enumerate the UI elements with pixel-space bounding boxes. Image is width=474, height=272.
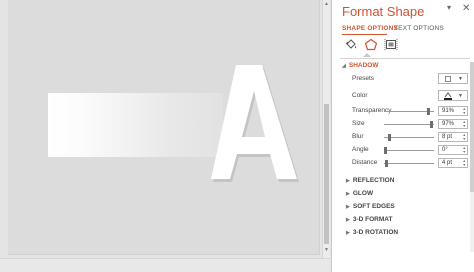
- slide-vertical-scrollbar[interactable]: ▲ ▼: [322, 0, 330, 258]
- shadow-header-label: SHADOW: [348, 62, 379, 69]
- transparency-spinner[interactable]: 91% ▲ ▼: [438, 106, 468, 116]
- spin-down-icon[interactable]: ▼: [463, 137, 466, 141]
- distance-label: Distance: [352, 159, 378, 166]
- 3d-rotation-section-header[interactable]: ▶ 3-D ROTATION: [346, 229, 398, 236]
- angle-spinner[interactable]: 0° ▲ ▼: [438, 145, 468, 155]
- size-label: Size: [352, 120, 365, 127]
- slider-thumb[interactable]: [388, 134, 391, 141]
- preset-preview-icon: [445, 76, 451, 82]
- presets-dropdown[interactable]: ▼: [438, 73, 468, 84]
- slider-thumb[interactable]: [385, 160, 388, 167]
- slider-thumb[interactable]: [384, 147, 387, 154]
- chevron-down-icon: ▼: [458, 93, 463, 99]
- angle-label: Angle: [352, 146, 369, 153]
- size-spinner[interactable]: 97% ▲ ▼: [438, 119, 468, 129]
- letter-a-shape[interactable]: [211, 60, 311, 190]
- gradient-shadow-shape[interactable]: [48, 93, 223, 157]
- scrollbar-thumb[interactable]: [324, 104, 329, 244]
- angle-value[interactable]: 0°: [442, 147, 448, 153]
- divider: [340, 58, 470, 59]
- slider-thumb[interactable]: [427, 108, 430, 115]
- distance-slider[interactable]: [384, 160, 434, 167]
- soft-edges-section-header[interactable]: ▶ SOFT EDGES: [346, 203, 395, 210]
- paint-bucket-icon[interactable]: [344, 38, 358, 51]
- caret-right-icon: ▶: [346, 191, 350, 197]
- scrollbar-thumb[interactable]: [470, 62, 474, 192]
- format-shape-pane: Format Shape ▾ ✕ SHAPE OPTIONS TEXT OPTI…: [331, 0, 474, 272]
- blur-spinner[interactable]: 8 pt ▲ ▼: [438, 132, 468, 142]
- status-bar: [0, 258, 330, 272]
- pane-scrollbar[interactable]: [470, 62, 474, 252]
- tab-shape-options[interactable]: SHAPE OPTIONS: [342, 25, 398, 32]
- spin-down-icon[interactable]: ▼: [463, 111, 466, 115]
- section-label: REFLECTION: [352, 177, 395, 184]
- shadow-section-header[interactable]: ◢ SHADOW: [342, 62, 378, 69]
- section-label: 3-D FORMAT: [352, 216, 393, 223]
- chevron-down-icon[interactable]: ▾: [447, 3, 451, 12]
- size-value[interactable]: 97%: [442, 121, 454, 127]
- presets-label: Presets: [352, 75, 375, 82]
- distance-spinner[interactable]: 4 pt ▲ ▼: [438, 158, 468, 168]
- chevron-down-icon: ▼: [458, 76, 463, 82]
- caret-right-icon: ▶: [346, 230, 350, 236]
- active-tab-indicator: [342, 34, 387, 35]
- spin-down-icon[interactable]: ▼: [463, 150, 466, 154]
- section-label: SOFT EDGES: [352, 203, 395, 210]
- color-dropdown[interactable]: ▼: [438, 90, 468, 101]
- transparency-slider[interactable]: [384, 108, 434, 115]
- caret-right-icon: ▶: [346, 204, 350, 210]
- transparency-value[interactable]: 91%: [442, 108, 454, 114]
- font-color-icon: [444, 92, 452, 100]
- slide-workspace: ▲ ▼: [0, 0, 330, 272]
- section-label: 3-D ROTATION: [352, 229, 399, 236]
- slide-canvas[interactable]: [8, 0, 320, 255]
- pane-title: Format Shape: [342, 4, 425, 19]
- spin-down-icon[interactable]: ▼: [463, 163, 466, 167]
- active-category-indicator: [363, 53, 371, 57]
- distance-value[interactable]: 4 pt: [442, 160, 452, 166]
- spin-down-icon[interactable]: ▼: [463, 124, 466, 128]
- caret-right-icon: ▶: [346, 217, 350, 223]
- blur-label: Blur: [352, 133, 364, 140]
- angle-slider[interactable]: [384, 147, 434, 154]
- size-properties-icon[interactable]: [384, 38, 398, 51]
- pentagon-effects-icon[interactable]: [364, 38, 378, 51]
- 3d-format-section-header[interactable]: ▶ 3-D FORMAT: [346, 216, 392, 223]
- letter-a-glyph: [211, 65, 297, 179]
- caret-right-icon: ▶: [346, 178, 350, 184]
- scroll-up-arrow-icon[interactable]: ▲: [323, 0, 330, 8]
- blur-slider[interactable]: [384, 134, 434, 141]
- section-label: GLOW: [352, 190, 374, 197]
- tab-text-options[interactable]: TEXT OPTIONS: [394, 25, 444, 32]
- caret-down-icon: ◢: [342, 63, 346, 69]
- reflection-section-header[interactable]: ▶ REFLECTION: [346, 177, 394, 184]
- slider-thumb[interactable]: [430, 121, 433, 128]
- color-label: Color: [352, 92, 368, 99]
- close-icon[interactable]: ✕: [462, 3, 470, 14]
- size-slider[interactable]: [384, 121, 434, 128]
- glow-section-header[interactable]: ▶ GLOW: [346, 190, 373, 197]
- scroll-down-arrow-icon[interactable]: ▼: [323, 246, 330, 254]
- blur-value[interactable]: 8 pt: [442, 134, 452, 140]
